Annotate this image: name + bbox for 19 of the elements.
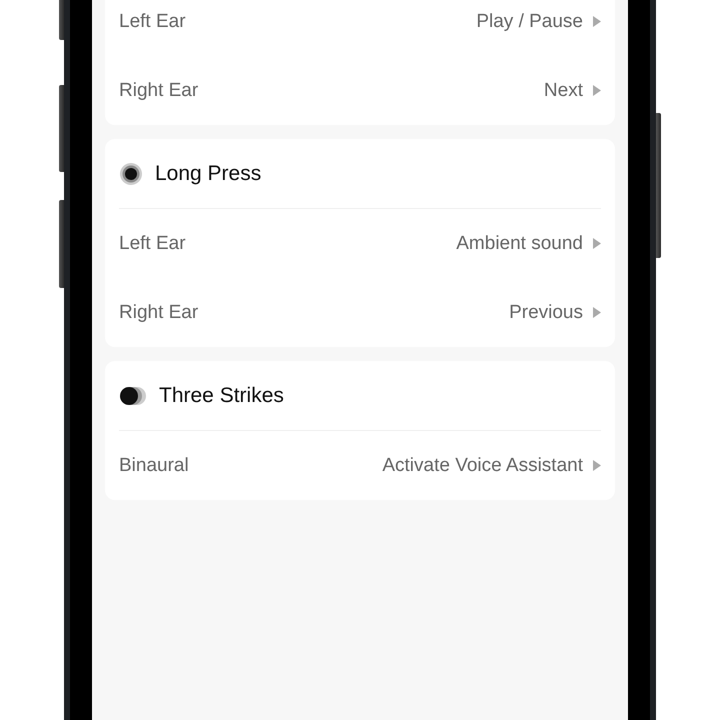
chevron-icon <box>593 238 601 249</box>
chevron-icon <box>593 16 601 27</box>
row-label: Right Ear <box>119 302 198 324</box>
dot-icon <box>119 162 143 186</box>
row-value[interactable]: Play / Pause <box>476 10 583 32</box>
row-value[interactable]: Next <box>544 80 583 102</box>
chevron-icon <box>593 307 601 318</box>
overlapping-dots-icon <box>119 386 147 406</box>
row-label: Left Ear <box>119 232 186 254</box>
row-value[interactable]: Activate Voice Assistant <box>382 454 583 476</box>
chevron-icon <box>593 460 601 471</box>
section-title: Long Press <box>155 162 262 186</box>
row-label: Binaural <box>119 454 189 476</box>
row-label: Left Ear <box>119 10 186 32</box>
row-value[interactable]: Previous <box>509 302 583 324</box>
row-value[interactable]: Ambient sound <box>456 232 583 254</box>
row-label: Right Ear <box>119 80 198 102</box>
chevron-icon <box>593 85 601 96</box>
section-title: Three Strikes <box>159 384 284 408</box>
